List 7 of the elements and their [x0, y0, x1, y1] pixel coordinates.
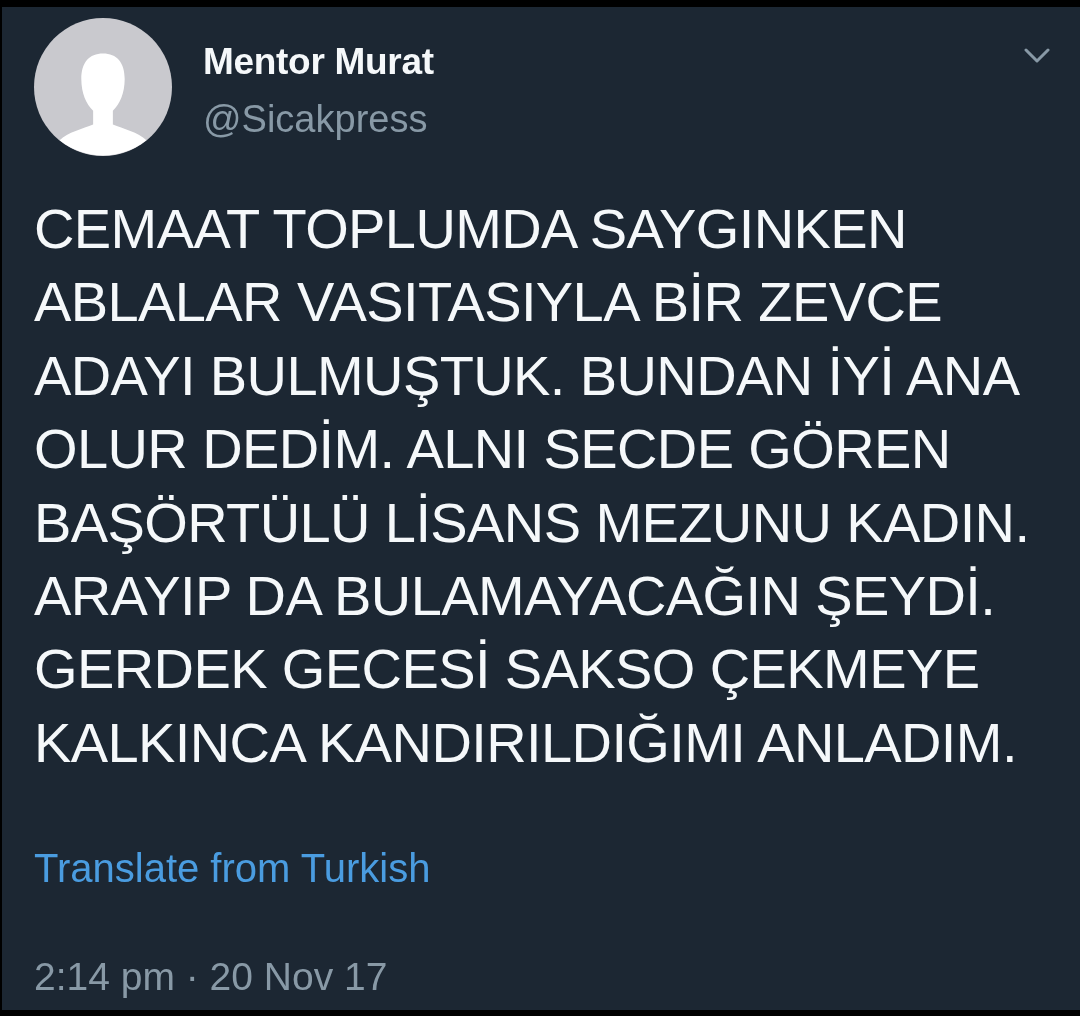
avatar-silhouette-icon	[34, 18, 172, 156]
tweet-timestamp: 2:14 pm · 20 Nov 17	[34, 954, 388, 1001]
author-name[interactable]: Mentor Murat	[203, 37, 1024, 87]
translate-link[interactable]: Translate from Turkish	[34, 844, 431, 893]
author-handle[interactable]: @Sicakpress	[203, 94, 1024, 144]
tweet-text: CEMAAT TOPLUMDA SAYGINKEN ABLALAR VASITASIYLA BİR ZEVCE ADAYI BULMUŞTUK. BUNDAN İYİ ANA OLUR DEDİM. ALNI SECDE GÖREN BAŞÖRTÜLÜ LİSANS MEZUNU KADIN. ARAYIP DA BULAMAYACAĞIN ŞEYDİ. GERDEK GECESİ SAKSO ÇEKMEYE KALKINCA KANDIRILDIĞIMI ANLADIM.	[34, 196, 1031, 776]
chevron-down-icon[interactable]	[1024, 48, 1050, 64]
